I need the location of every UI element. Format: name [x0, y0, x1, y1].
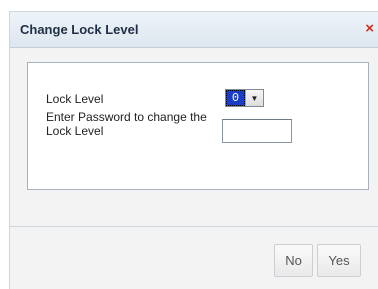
dialog-titlebar: Change Lock Level ×	[10, 12, 378, 48]
dialog-title: Change Lock Level	[20, 22, 139, 37]
yes-button[interactable]: Yes	[317, 244, 361, 277]
close-icon[interactable]: ×	[365, 21, 374, 36]
password-input[interactable]	[222, 119, 292, 143]
lock-level-selected-value[interactable]: 0	[226, 90, 245, 106]
change-lock-level-dialog: Change Lock Level × Lock Level 0 ▼ Enter…	[9, 11, 378, 289]
dialog-content-panel: Lock Level 0 ▼ Enter Password to change …	[27, 62, 369, 190]
password-label: Enter Password to change the Lock Level	[46, 110, 207, 138]
chevron-down-icon[interactable]: ▼	[245, 90, 263, 106]
lock-level-select[interactable]: 0 ▼	[225, 89, 264, 107]
lock-level-label: Lock Level	[46, 92, 104, 106]
no-button[interactable]: No	[274, 244, 313, 277]
footer-divider	[10, 226, 378, 227]
